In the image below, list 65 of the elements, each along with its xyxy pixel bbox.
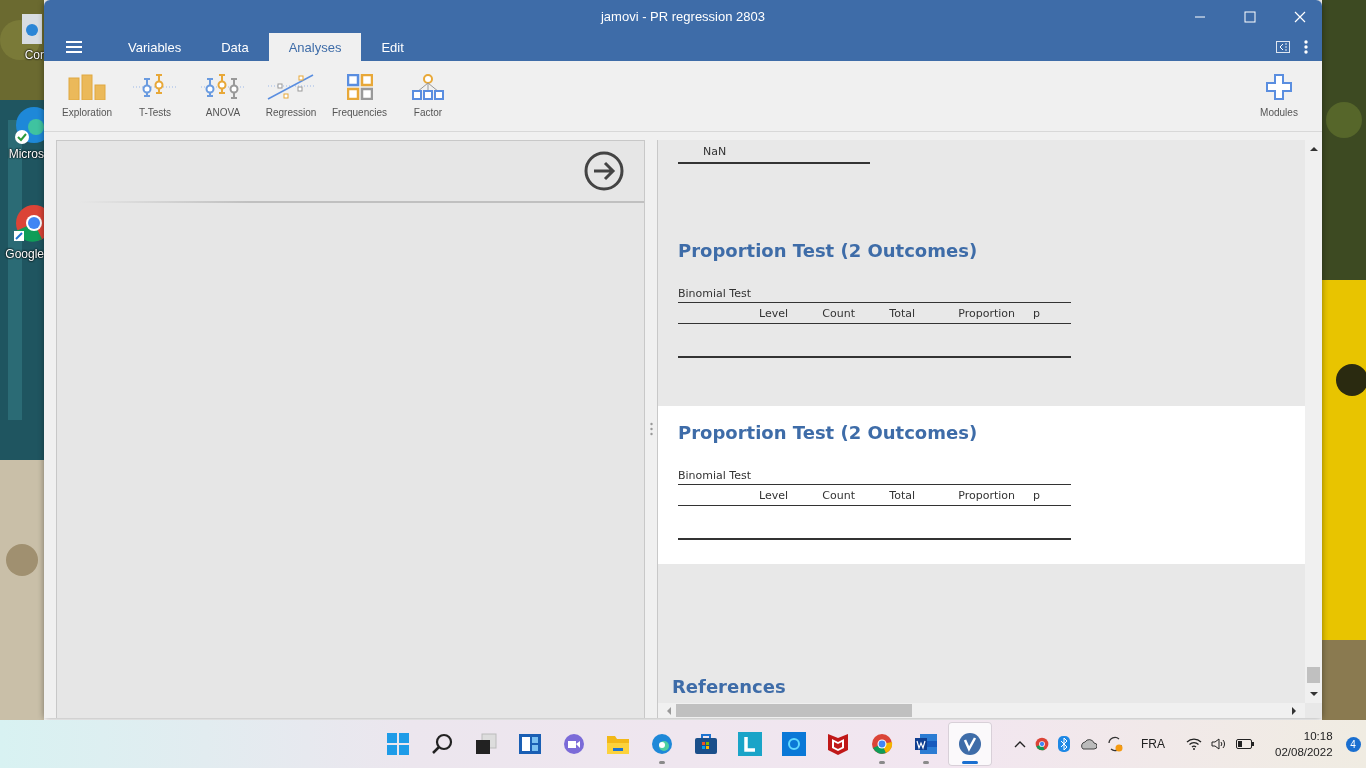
analysis-button[interactable]: Frequencies	[326, 70, 394, 122]
chevron-up-icon[interactable]	[1014, 740, 1026, 748]
column-header: Level	[758, 307, 788, 320]
scatter-line-icon	[267, 74, 315, 100]
analysis-button[interactable]: T-Tests	[122, 70, 188, 122]
scroll-right-icon[interactable]	[1291, 706, 1297, 715]
error-bars-icon	[132, 74, 178, 100]
analysis-button[interactable]: ANOVA	[190, 70, 256, 122]
maximize-icon[interactable]	[1244, 11, 1256, 23]
more-options-icon[interactable]	[1304, 40, 1308, 54]
scroll-up-icon[interactable]	[1309, 146, 1318, 152]
menu-tab[interactable]: Edit	[361, 33, 424, 61]
column-header: Level	[758, 489, 788, 502]
column-header: Proportion	[958, 307, 1015, 320]
table-title: Binomial Test	[678, 469, 753, 484]
result-heading: Proportion Test (2 Outcomes)	[678, 422, 979, 443]
table-title: Binomial Test	[678, 287, 753, 302]
close-icon[interactable]	[1294, 11, 1306, 23]
chrome-icon[interactable]	[1035, 737, 1049, 751]
menu-tab[interactable]: Variables	[108, 33, 202, 61]
speaker-icon[interactable]	[1211, 738, 1227, 750]
menu-tab[interactable]: Data	[201, 33, 269, 61]
jamovi-icon[interactable]	[948, 722, 992, 766]
desktop-icon-label[interactable]: Cor	[24, 48, 44, 62]
vertical-scrollbar[interactable]	[1305, 140, 1322, 703]
references-heading: References	[672, 676, 786, 697]
column-header: p	[1033, 307, 1040, 320]
menu-tab[interactable]: Analyses	[268, 33, 362, 61]
analysis-button[interactable]: Exploration	[54, 70, 120, 122]
column-header: Count	[822, 307, 855, 320]
column-header: Total	[889, 307, 915, 320]
scroll-down-icon[interactable]	[1309, 691, 1318, 697]
language-indicator[interactable]: FRA	[1141, 737, 1165, 751]
result-block[interactable]: Proportion Test (2 Outcomes) Binomial Test Level Count Total Proportion p	[658, 164, 1305, 382]
hierarchy-icon	[412, 74, 445, 100]
menu-icon[interactable]	[66, 41, 82, 53]
result-heading: Proportion Test (2 Outcomes)	[678, 240, 979, 261]
column-header: Proportion	[958, 489, 1015, 502]
splitter-handle-icon[interactable]	[649, 422, 653, 436]
clock[interactable]: 10:18 02/08/2022	[1275, 728, 1333, 760]
plus-icon	[1266, 74, 1292, 100]
wifi-icon[interactable]	[1186, 738, 1202, 750]
battery-icon[interactable]	[1236, 739, 1254, 749]
column-header: Count	[822, 489, 855, 502]
cloud-icon[interactable]	[1079, 738, 1097, 750]
panel-toggle-icon[interactable]	[1276, 41, 1290, 53]
desktop-icon-label[interactable]: Micros	[8, 147, 44, 161]
analysis-button[interactable]: Regression	[258, 70, 324, 122]
column-header: Total	[889, 489, 915, 502]
table-cell: NaN	[703, 145, 727, 159]
analysis-button[interactable]: Factor	[395, 70, 462, 122]
bar-chart-icon	[67, 74, 107, 100]
notification-badge[interactable]: 4	[1345, 736, 1361, 752]
scrollbar-thumb[interactable]	[1307, 667, 1320, 683]
window-title: jamovi - PR regression 2803	[601, 9, 765, 24]
sync-icon[interactable]	[1106, 735, 1124, 753]
desktop-icon-label[interactable]: Google	[5, 247, 44, 261]
scrollbar-thumb[interactable]	[676, 704, 912, 717]
modules-button[interactable]: Modules	[1246, 70, 1312, 122]
grid-squares-icon	[346, 74, 373, 100]
column-header: p	[1033, 489, 1040, 502]
bluetooth-icon[interactable]	[1058, 736, 1070, 752]
error-bars-icon	[200, 74, 246, 100]
selected-result-block[interactable]: Proportion Test (2 Outcomes) Binomial Test Level Count Total Proportion p	[658, 406, 1305, 564]
horizontal-scrollbar[interactable]	[658, 703, 1305, 718]
